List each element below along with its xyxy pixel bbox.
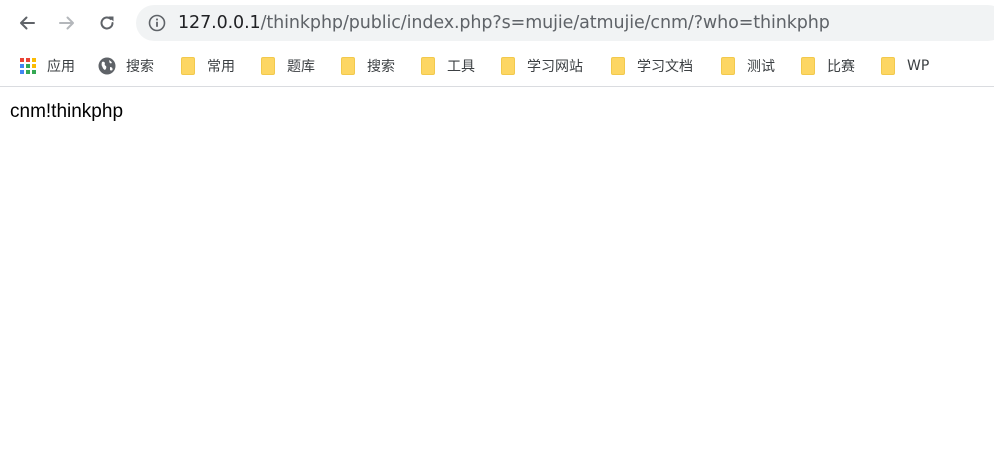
- folder-icon: [611, 57, 625, 75]
- forward-arrow-icon: [59, 16, 74, 30]
- address-bar[interactable]: 127.0.0.1/thinkphp/public/index.php?s=mu…: [136, 5, 994, 41]
- bookmark-label: 比赛: [827, 59, 855, 75]
- bookmark-folder-question-bank[interactable]: 题库: [259, 52, 315, 80]
- bookmark-label: 常用: [207, 59, 235, 75]
- bookmark-label: 学习网站: [527, 59, 583, 75]
- globe-icon: [98, 57, 116, 75]
- bookmark-label: 学习文档: [637, 59, 693, 75]
- folder-icon: [261, 57, 275, 75]
- page-body-text: cnm!thinkphp: [10, 101, 124, 122]
- bookmark-label: 题库: [287, 59, 315, 75]
- back-button[interactable]: [11, 7, 43, 39]
- folder-icon: [881, 57, 895, 75]
- bookmark-label: 工具: [447, 59, 475, 75]
- back-arrow-icon: [20, 16, 35, 30]
- apps-grid-icon: [20, 58, 36, 74]
- bookmark-label: WP: [907, 58, 930, 74]
- bookmark-label: 测试: [747, 59, 775, 75]
- site-info-icon[interactable]: [148, 14, 166, 32]
- url-host: 127.0.0.1: [178, 13, 261, 33]
- url-text[interactable]: 127.0.0.1/thinkphp/public/index.php?s=mu…: [178, 5, 830, 41]
- bookmark-folder-learning-docs[interactable]: 学习文档: [609, 52, 693, 80]
- reload-button[interactable]: [91, 7, 123, 39]
- bookmark-apps[interactable]: 应用: [19, 52, 75, 80]
- bookmark-folder-tools[interactable]: 工具: [419, 52, 475, 80]
- url-path: /thinkphp/public/index.php?s=mujie/atmuj…: [260, 13, 830, 33]
- bookmark-folder-testing[interactable]: 测试: [719, 52, 775, 80]
- bookmark-folder-search[interactable]: 搜索: [339, 52, 395, 80]
- folder-icon: [421, 57, 435, 75]
- bookmarks-bar: 应用 搜索 常用 题库 搜索 工具 学习网站 学习文档 测试 比赛 WP: [0, 46, 994, 87]
- folder-icon: [501, 57, 515, 75]
- folder-icon: [721, 57, 735, 75]
- bookmark-label: 搜索: [126, 59, 154, 75]
- bookmark-label: 应用: [47, 59, 75, 75]
- browser-toolbar: 127.0.0.1/thinkphp/public/index.php?s=mu…: [0, 0, 994, 46]
- bookmark-folder-common[interactable]: 常用: [179, 52, 235, 80]
- bookmark-folder-competition[interactable]: 比赛: [799, 52, 855, 80]
- folder-icon: [801, 57, 815, 75]
- forward-button[interactable]: [51, 7, 83, 39]
- reload-icon: [100, 16, 114, 30]
- folder-icon: [341, 57, 355, 75]
- bookmark-search[interactable]: 搜索: [98, 52, 154, 80]
- bookmark-folder-learning-sites[interactable]: 学习网站: [499, 52, 583, 80]
- folder-icon: [181, 57, 195, 75]
- bookmark-label: 搜索: [367, 59, 395, 75]
- bookmark-folder-wp[interactable]: WP: [879, 52, 929, 80]
